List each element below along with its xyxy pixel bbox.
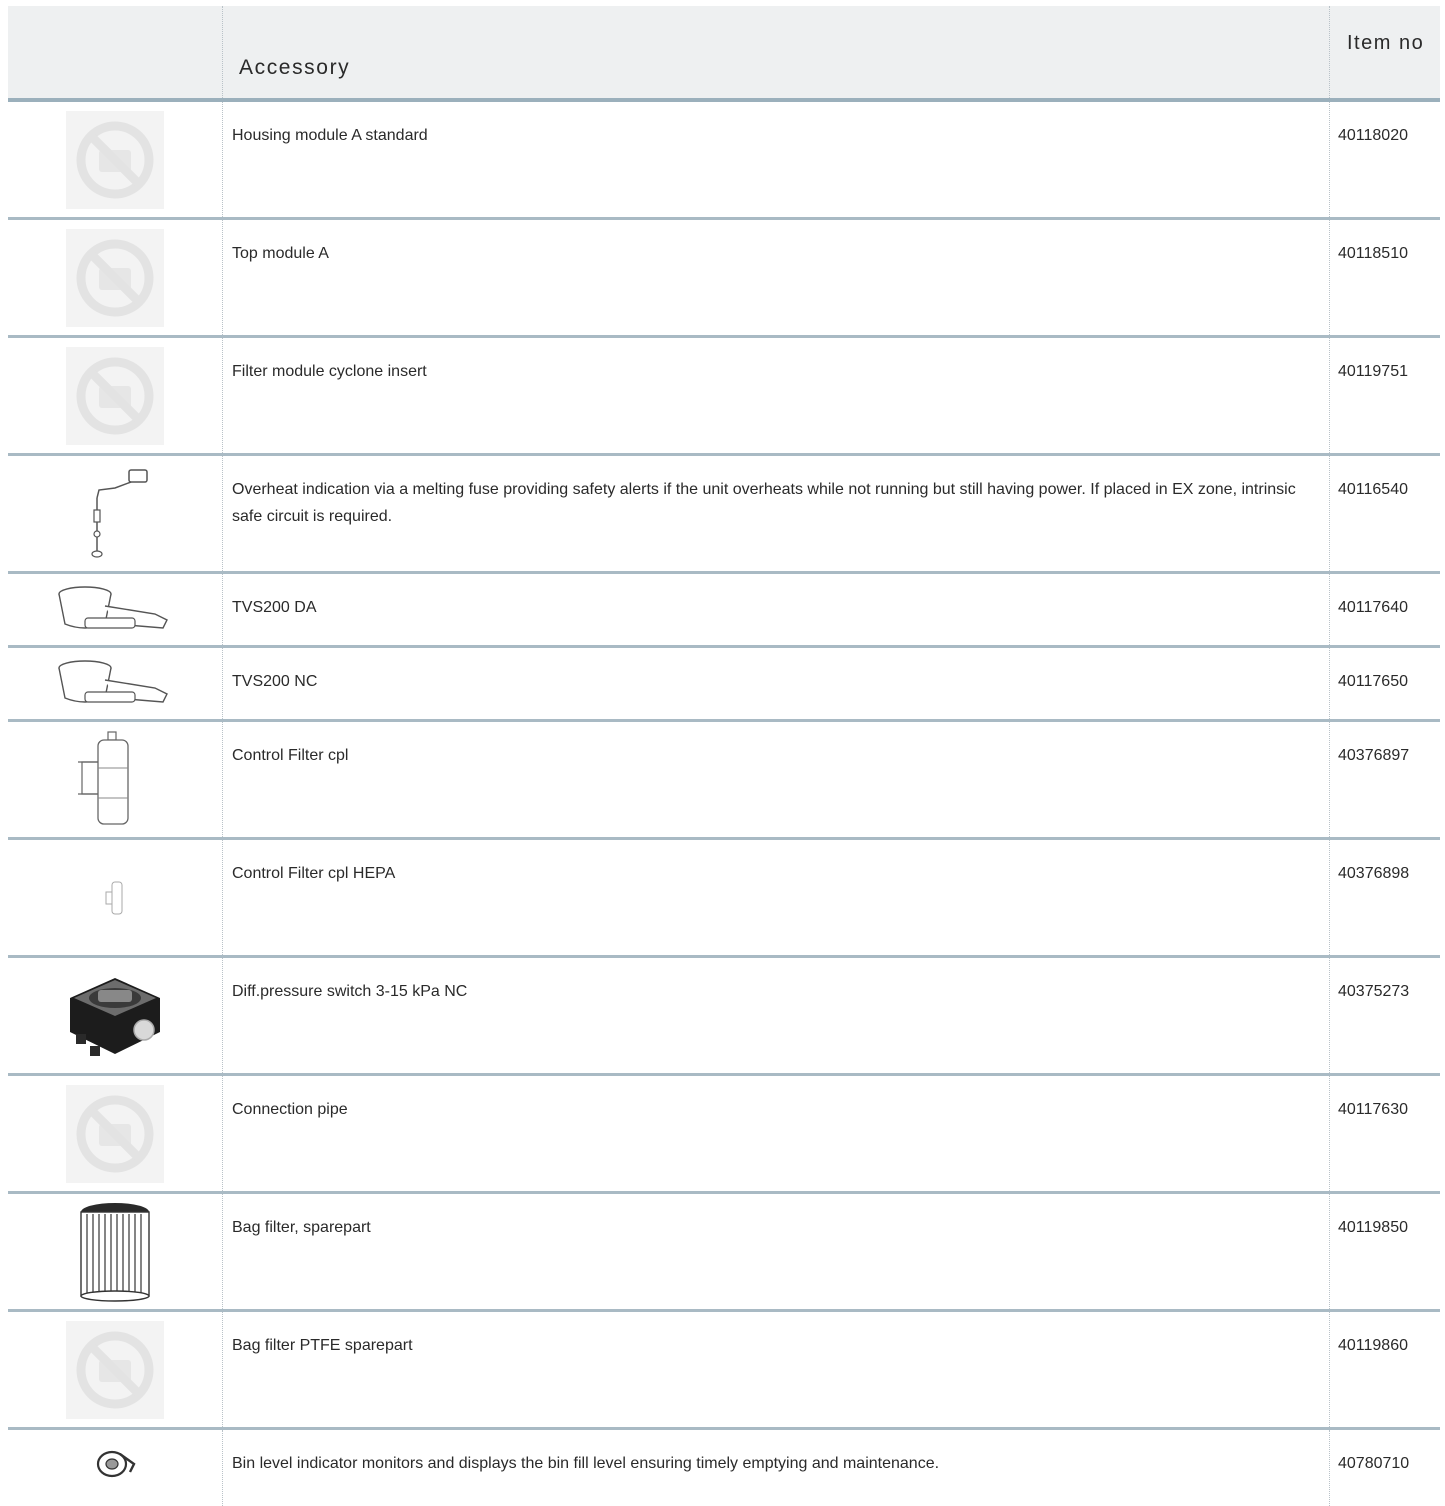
- row-item-no: 40780710: [1338, 1455, 1410, 1472]
- table-header: Accessory Item no: [8, 6, 1440, 102]
- table-row: TVS200 NC 40117650: [8, 648, 1440, 722]
- header-item-no: Item no: [1347, 32, 1425, 54]
- row-item-no: 40117640: [1338, 599, 1408, 616]
- no-image-icon: [66, 110, 164, 209]
- control-filter-icon: [70, 728, 160, 832]
- table-row: Control Filter cpl HEPA 40376898: [8, 840, 1440, 958]
- header-accessory: Accessory: [239, 56, 351, 79]
- row-item-no: 40375273: [1338, 983, 1410, 1000]
- damper-valve-icon: [55, 654, 175, 714]
- no-image-icon: [66, 1084, 164, 1183]
- no-image-icon: [66, 346, 164, 445]
- row-description: Top module A: [232, 245, 329, 262]
- row-item-no: 40119850: [1338, 1219, 1408, 1236]
- bin-level-indicator-icon: [90, 1442, 140, 1482]
- row-description: Diff.pressure switch 3-15 kPa NC: [232, 983, 468, 1000]
- row-description: Filter module cyclone insert: [232, 363, 427, 380]
- row-description: Housing module A standard: [232, 127, 428, 144]
- overheat-fuse-icon: [75, 464, 155, 564]
- table-row: Housing module A standard 40118020: [8, 102, 1440, 220]
- row-item-no: 40118510: [1338, 245, 1408, 262]
- table-row: Bin level indicator monitors and display…: [8, 1430, 1440, 1506]
- row-item-no: 40118020: [1338, 127, 1408, 144]
- row-item-no: 40116540: [1338, 481, 1408, 498]
- row-item-no: 40376898: [1338, 865, 1410, 882]
- row-item-no: 40117630: [1338, 1101, 1408, 1118]
- table-row: Bag filter, sparepart 40119850: [8, 1194, 1440, 1312]
- row-description: Connection pipe: [232, 1101, 348, 1118]
- damper-valve-icon: [55, 580, 175, 640]
- column-divider: [1329, 6, 1330, 98]
- row-item-no: 40119751: [1338, 363, 1408, 380]
- row-description: Control Filter cpl HEPA: [232, 865, 396, 882]
- pressure-switch-icon: [60, 968, 170, 1064]
- row-description: TVS200 NC: [232, 673, 318, 690]
- row-description: Bin level indicator monitors and display…: [232, 1455, 940, 1472]
- table-row: Filter module cyclone insert 40119751: [8, 338, 1440, 456]
- row-item-no: 40119860: [1338, 1337, 1408, 1354]
- no-image-icon: [66, 1320, 164, 1419]
- table-row: Bag filter PTFE sparepart 40119860: [8, 1312, 1440, 1430]
- table-row: Connection pipe 40117630: [8, 1076, 1440, 1194]
- row-description: Control Filter cpl: [232, 747, 349, 764]
- row-item-no: 40117650: [1338, 673, 1408, 690]
- no-image-icon: [66, 228, 164, 327]
- bag-filter-icon: [75, 1200, 155, 1304]
- accessory-table: Accessory Item no Housing module A stand…: [8, 6, 1440, 1506]
- row-description: Bag filter, sparepart: [232, 1219, 371, 1236]
- row-description: TVS200 DA: [232, 599, 317, 616]
- table-row: Top module A 40118510: [8, 220, 1440, 338]
- column-divider: [222, 6, 223, 98]
- table-row: TVS200 DA 40117640: [8, 574, 1440, 648]
- row-description: Bag filter PTFE sparepart: [232, 1337, 413, 1354]
- row-description: Overheat indication via a melting fuse p…: [232, 481, 1296, 525]
- table-row: Diff.pressure switch 3-15 kPa NC 4037527…: [8, 958, 1440, 1076]
- table-row: Control Filter cpl 40376897: [8, 722, 1440, 840]
- control-filter-small-icon: [100, 878, 130, 918]
- row-item-no: 40376897: [1338, 747, 1410, 764]
- table-row: Overheat indication via a melting fuse p…: [8, 456, 1440, 574]
